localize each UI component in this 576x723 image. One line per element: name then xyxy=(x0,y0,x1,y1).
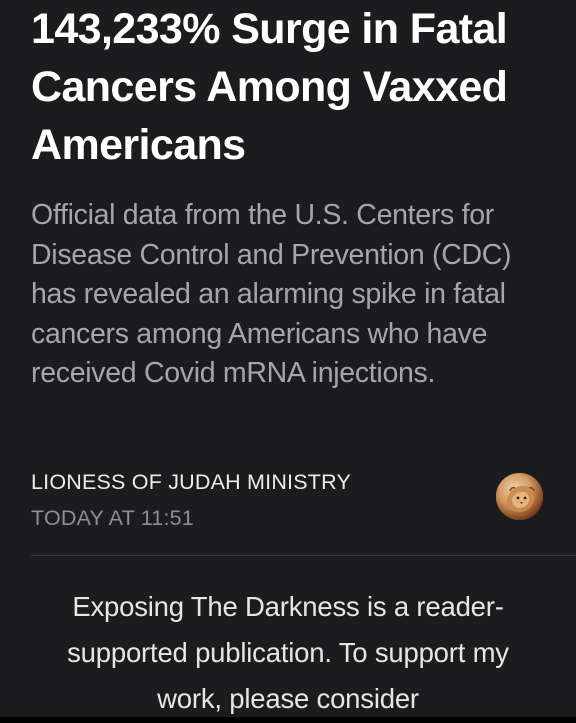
bottom-edge xyxy=(0,717,576,723)
subscription-promo-text: Exposing The Darkness is a reader-suppor… xyxy=(67,591,509,714)
publish-timestamp: TODAY AT 11:51 xyxy=(31,506,194,530)
article-page: 143,233% Surge in Fatal Cancers Among Va… xyxy=(0,0,576,723)
author-name[interactable]: LIONESS OF JUDAH MINISTRY xyxy=(31,468,351,496)
lioness-icon xyxy=(496,473,543,520)
section-divider xyxy=(31,555,576,556)
article-headline: 143,233% Surge in Fatal Cancers Among Va… xyxy=(31,5,508,169)
article-subtitle: Official data from the U.S. Centers for … xyxy=(31,199,512,389)
lioness-avatar-icon[interactable] xyxy=(496,473,543,520)
